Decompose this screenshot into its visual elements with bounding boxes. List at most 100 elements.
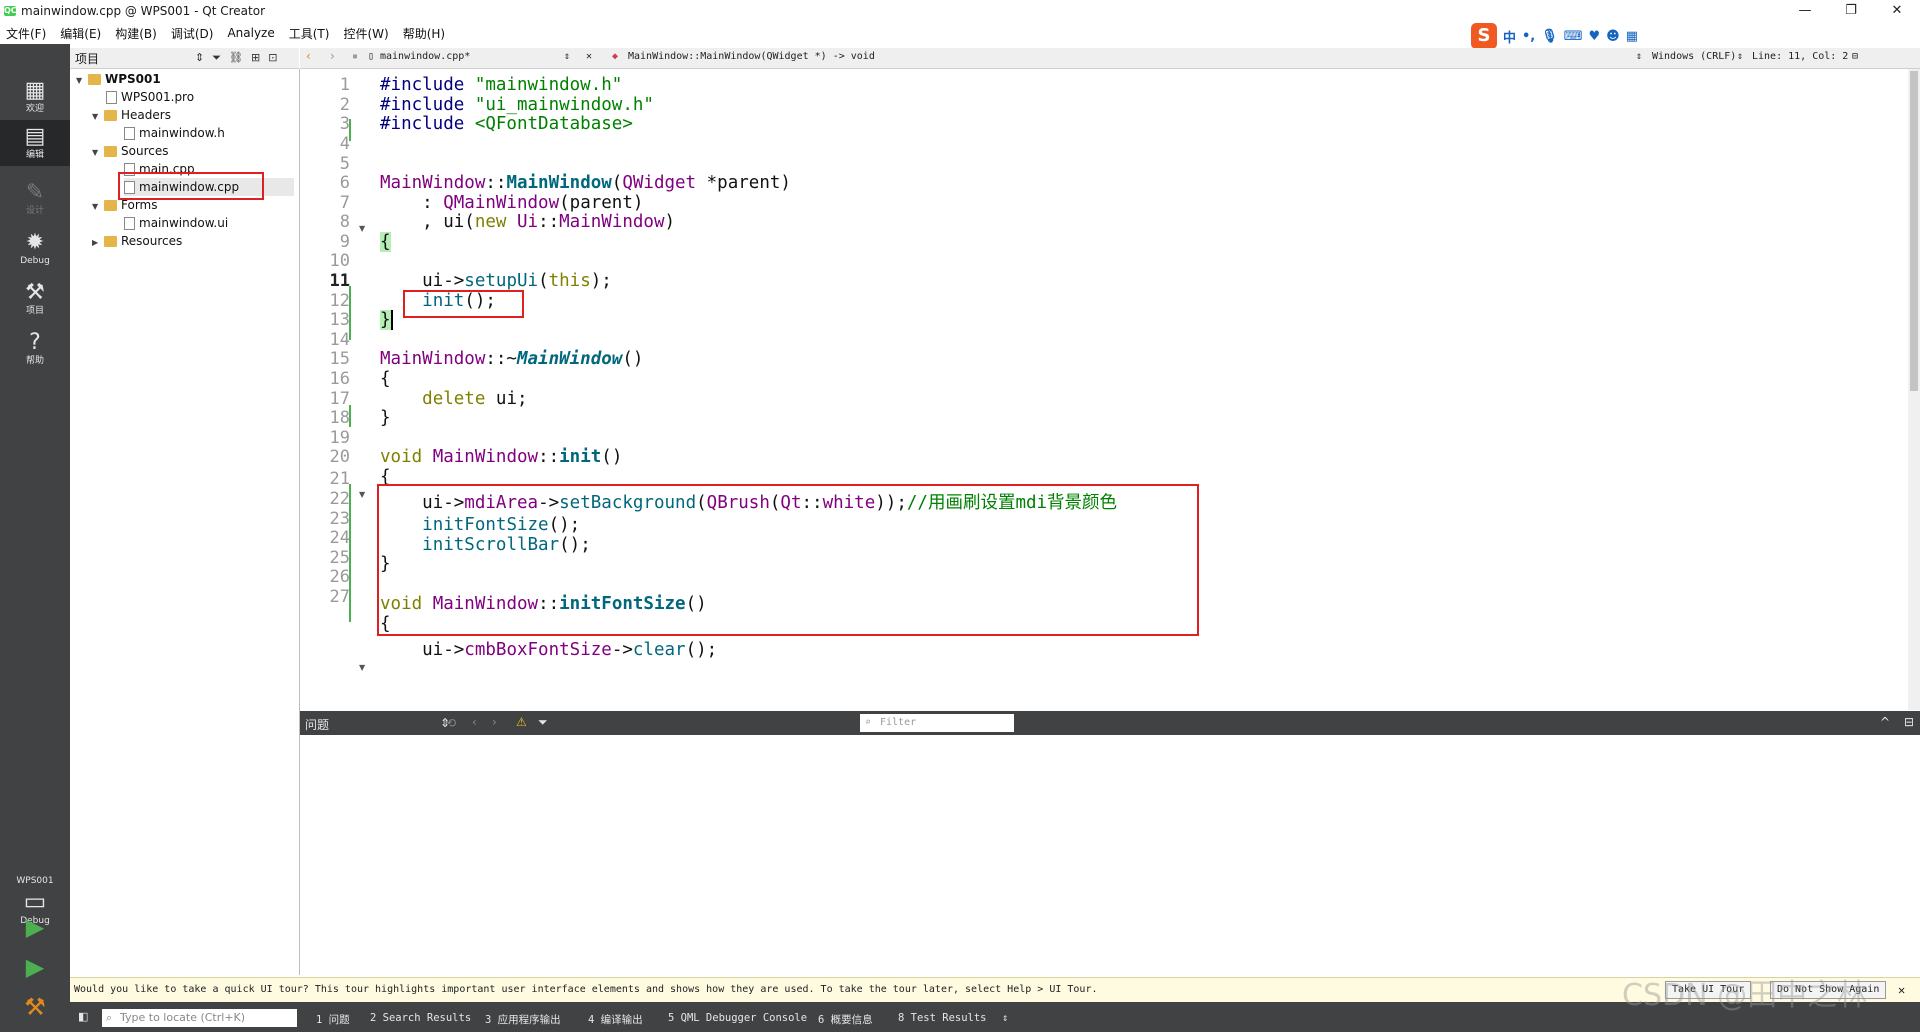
encoding-combo[interactable]: Windows (CRLF) [1652, 51, 1736, 62]
menu-help[interactable]: 帮助(H) [403, 25, 445, 42]
edit-icon: ▤ [24, 124, 46, 149]
highlight-box-init-call [403, 290, 524, 318]
issues-pane-title: 问题 [305, 718, 330, 732]
ime-punctuation-icon[interactable]: •, [1522, 29, 1535, 44]
tree-item-sources[interactable]: ▼ Sources [92, 142, 168, 160]
code-line-16: } [380, 408, 391, 428]
play-debug-icon: ▶ [25, 953, 45, 981]
tree-item-project[interactable]: ▼ WPS001 [76, 70, 161, 88]
issues-filter-input[interactable]: ⌕ Filter [860, 714, 1014, 732]
mode-welcome[interactable]: ▦ 欢迎 [0, 74, 70, 120]
output-tab-general-messages[interactable]: 6 概要信息 [818, 1012, 873, 1027]
close-button[interactable]: ✕ [1874, 0, 1920, 22]
back-arrow-icon[interactable]: ‹ [306, 49, 311, 63]
output-tab-search-results[interactable]: 2 Search Results [370, 1012, 471, 1024]
issues-list[interactable] [300, 735, 1920, 975]
combo-arrow-icon[interactable]: ⇕ [1737, 51, 1743, 62]
search-icon: ⌕ [865, 717, 872, 728]
toggle-sidebar-icon[interactable]: ◧ [78, 1010, 88, 1023]
tree-item-mainwindow-ui[interactable]: mainwindow.ui [124, 214, 228, 232]
expand-arrow-icon[interactable]: ▼ [92, 108, 104, 126]
mode-help[interactable]: ? 帮助 [0, 326, 70, 372]
warning-filter-icon[interactable]: ⚠ [516, 715, 527, 729]
line-number: 1 [339, 75, 350, 95]
fold-marker-icon[interactable]: ▼ [359, 663, 365, 672]
close-infobar-icon[interactable]: ✕ [1898, 978, 1905, 1002]
mode-debug[interactable]: ✹ Debug [0, 226, 70, 272]
fold-marker-icon[interactable]: ▼ [359, 224, 365, 233]
keyboard-icon[interactable]: ⌨ [1564, 29, 1583, 44]
filter-icon[interactable]: ⏷ [538, 715, 548, 730]
close-pane-icon[interactable]: ⊡ [268, 51, 277, 65]
forward-arrow-icon[interactable]: › [492, 715, 497, 729]
symbol-combo[interactable]: MainWindow::MainWindow(QWidget *) -> voi… [628, 51, 875, 62]
tree-item-resources[interactable]: ▶ Resources [92, 232, 182, 250]
highlight-box-init-function [377, 484, 1199, 636]
menu-edit[interactable]: 编辑(E) [60, 25, 101, 42]
back-arrow-icon[interactable]: ‹ [472, 715, 477, 729]
build-button[interactable]: ⚒ [22, 994, 48, 1020]
menu-build[interactable]: 构建(B) [115, 25, 157, 42]
menu-analyze[interactable]: Analyze [227, 26, 274, 40]
more-tabs-icon[interactable]: ⇕ [1002, 1012, 1008, 1024]
clear-icon[interactable]: ⟲ [446, 716, 456, 730]
run-button[interactable]: ▶ [22, 914, 48, 940]
code-line-14: { [380, 369, 391, 389]
cursor-position[interactable]: Line: 11, Col: 2 [1752, 51, 1848, 62]
debug-run-button[interactable]: ▶ [22, 954, 48, 980]
apps-grid-icon[interactable]: ▦ [1626, 29, 1638, 44]
split-editor-icon[interactable]: ⊟ [1852, 51, 1858, 62]
code-line-5: MainWindow::MainWindow(QWidget *parent) [380, 173, 791, 193]
minimize-button[interactable]: — [1782, 0, 1828, 22]
ime-mode-chinese[interactable]: 中 [1503, 27, 1516, 46]
line-number-gutter[interactable]: 1 2 3 4 5 6 7 8 9 10 11 12 13 14 15 16 1… [300, 69, 354, 710]
editor-scrollbar[interactable] [1908, 69, 1920, 710]
output-tab-qml-debugger[interactable]: 5 QML Debugger Console [668, 1012, 807, 1024]
close-document-icon[interactable]: ✕ [586, 51, 592, 62]
code-line-27: ui->cmbBoxFontSize->clear(); [380, 640, 718, 660]
expand-arrow-icon[interactable]: ▼ [92, 198, 104, 216]
locator-input[interactable]: ⌕ Type to locate (Ctrl+K) [102, 1009, 297, 1027]
fold-marker-icon[interactable]: ▼ [359, 490, 365, 499]
mode-design[interactable]: ✎ 设计 [0, 176, 70, 222]
link-icon[interactable]: ⛓ [229, 51, 243, 65]
split-icon[interactable]: ⊞ [251, 51, 260, 65]
mode-edit[interactable]: ▤ 编辑 [0, 120, 70, 166]
expand-arrow-icon[interactable]: ▼ [92, 144, 104, 162]
line-number: 5 [339, 154, 350, 174]
microphone-icon[interactable]: 🎙 [1541, 29, 1558, 44]
menu-file[interactable]: 文件(F) [6, 25, 46, 42]
scrollbar-thumb[interactable] [1910, 71, 1918, 391]
line-number: 20 [329, 447, 350, 467]
skin-icon[interactable]: ♥ [1588, 29, 1600, 44]
menu-tools[interactable]: 工具(T) [289, 25, 330, 42]
gamepad-icon[interactable]: ☻ [1606, 29, 1620, 44]
menu-controls[interactable]: 控件(W) [343, 25, 388, 42]
view-switch-icon[interactable]: ⇕ [195, 51, 204, 65]
tree-item-pro-file[interactable]: WPS001.pro [106, 88, 194, 106]
combo-arrow-icon[interactable]: ⇕ [564, 51, 570, 62]
forward-arrow-icon[interactable]: › [330, 49, 335, 63]
code-line-6: : QMainWindow(parent) [380, 193, 644, 213]
project-pane-title[interactable]: 项目 [75, 50, 195, 67]
output-tab-compile-output[interactable]: 4 编译输出 [588, 1012, 643, 1027]
maximize-button[interactable]: ❐ [1828, 0, 1874, 22]
tree-item-headers[interactable]: ▼ Headers [92, 106, 171, 124]
combo-arrow-icon[interactable]: ⇕ [1636, 51, 1642, 62]
sogou-ime-icon[interactable]: S [1470, 23, 1497, 49]
output-tab-issues[interactable]: 1 问题 [316, 1012, 350, 1027]
menu-debug[interactable]: 调试(D) [171, 25, 214, 42]
maximize-pane-icon[interactable]: ^ [1880, 715, 1890, 729]
bug-icon: ✹ [25, 230, 45, 255]
output-tab-test-results[interactable]: 8 Test Results [898, 1012, 987, 1024]
line-number: 16 [329, 369, 350, 389]
expand-arrow-icon[interactable]: ▼ [76, 72, 88, 90]
collapse-arrow-icon[interactable]: ▶ [92, 234, 104, 252]
open-documents-combo[interactable]: mainwindow.cpp* [380, 51, 470, 62]
filter-icon[interactable]: ⏷ [212, 51, 221, 65]
tree-item-mainwindow-h[interactable]: mainwindow.h [124, 124, 225, 142]
mode-projects[interactable]: ⚒ 项目 [0, 276, 70, 322]
pencil-icon: ✎ [25, 180, 45, 205]
output-tab-app-output[interactable]: 3 应用程序输出 [485, 1012, 561, 1027]
close-pane-icon[interactable]: ⊟ [1904, 715, 1914, 729]
